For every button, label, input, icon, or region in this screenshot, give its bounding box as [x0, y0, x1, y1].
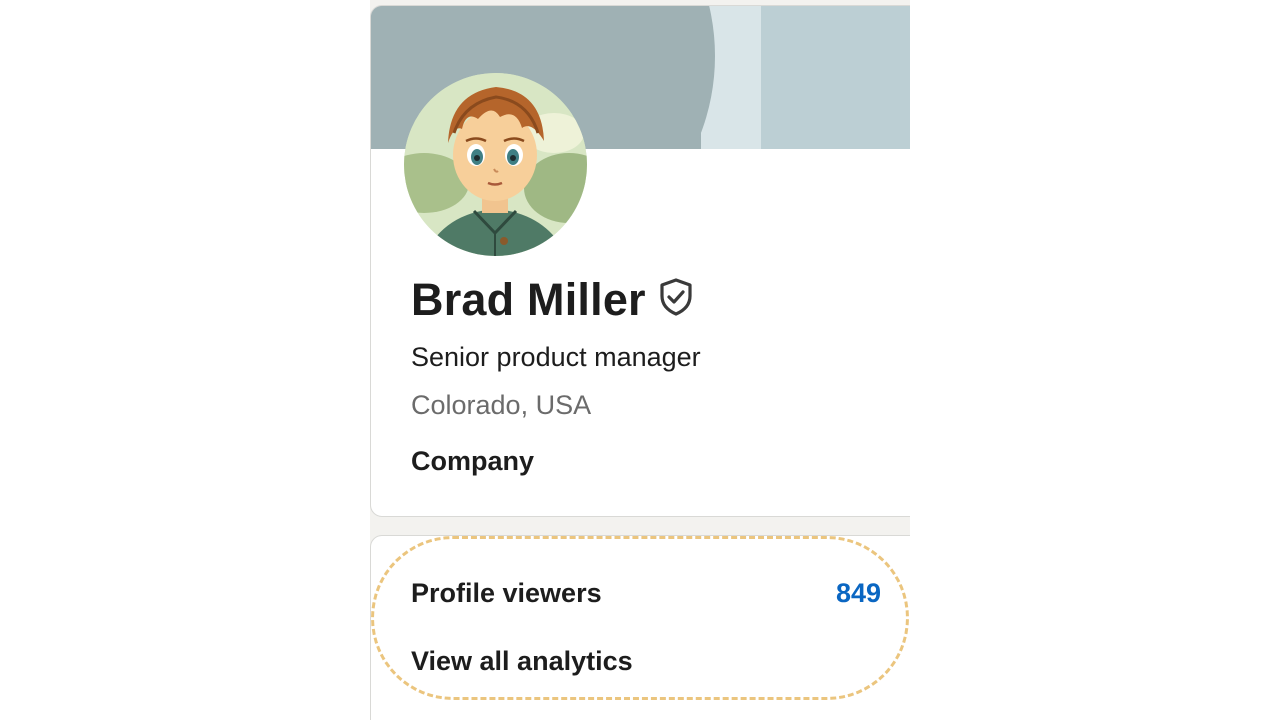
avatar[interactable]: [404, 73, 587, 256]
profile-viewers-label: Profile viewers: [411, 578, 602, 608]
avatar-illustration: [404, 73, 587, 256]
profile-headline: Senior product manager: [411, 342, 701, 372]
profile-company[interactable]: Company: [411, 446, 534, 477]
page: Brad Miller Senior product manager Color…: [0, 0, 1280, 720]
profile-name[interactable]: Brad Miller: [411, 274, 646, 326]
name-row: Brad Miller: [411, 274, 694, 326]
view-all-analytics-link[interactable]: View all analytics: [411, 646, 633, 677]
profile-viewers-count[interactable]: 849: [836, 578, 881, 609]
shield-check-icon[interactable]: [658, 277, 694, 317]
analytics-card: Profile viewers 849 View all analytics: [370, 535, 910, 720]
profile-viewers-row[interactable]: Profile viewers 849: [411, 578, 881, 609]
left-column: Brad Miller Senior product manager Color…: [370, 0, 910, 720]
profile-card[interactable]: Brad Miller Senior product manager Color…: [370, 5, 910, 517]
profile-location: Colorado, USA: [411, 390, 592, 420]
